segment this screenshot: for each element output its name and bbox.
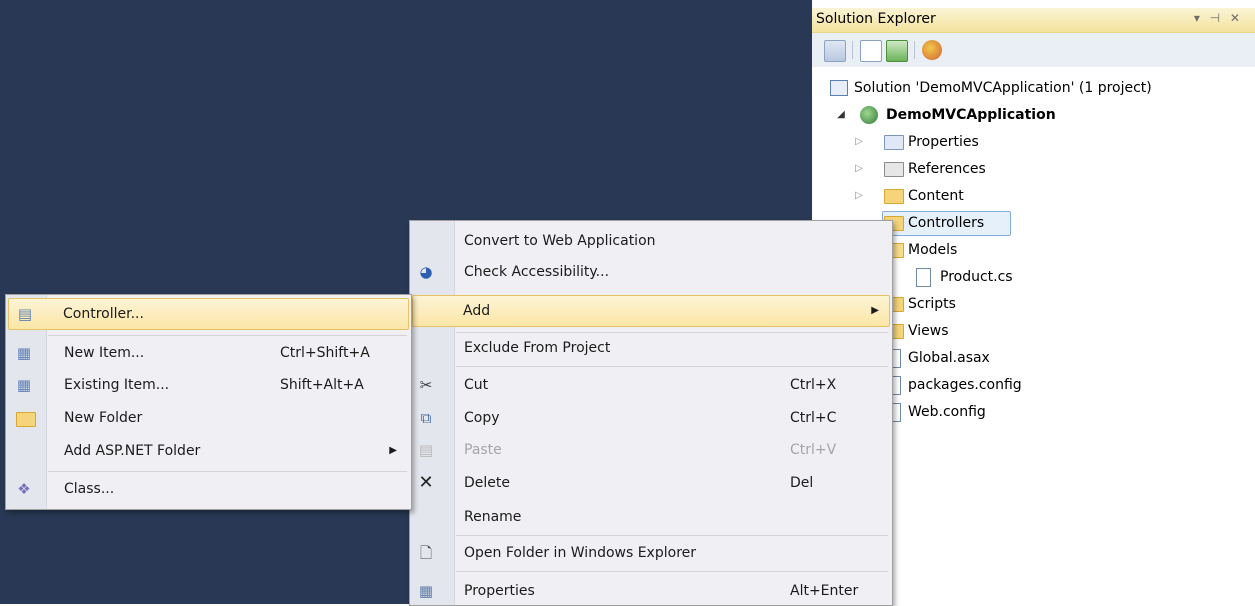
menu-item-add[interactable]: Add ▶ (412, 295, 890, 327)
references-icon (884, 162, 904, 177)
menu-item-label: Convert to Web Application (464, 233, 656, 249)
solution-icon (830, 80, 848, 96)
expand-triangle-icon[interactable]: ▷ (854, 130, 864, 154)
tree-item-label: Models (908, 242, 958, 258)
menu-item-label: Delete (464, 475, 510, 491)
menu-item-delete[interactable]: ✕ Delete Del (412, 468, 890, 498)
tree-item-label: Scripts (908, 296, 956, 312)
menu-item-label: Add (463, 303, 491, 319)
tree-solution-label: Solution 'DemoMVCApplication' (1 project… (854, 80, 1152, 96)
menu-item-label: Paste (464, 442, 502, 458)
submenu-arrow-icon: ▶ (871, 305, 879, 316)
submenu-item-class[interactable]: ❖ Class... (8, 474, 409, 504)
cut-icon: ✂ (419, 376, 433, 394)
refresh-icon[interactable] (886, 40, 908, 62)
menu-item-label: Properties (464, 583, 535, 599)
copy-icon: ⧉ (420, 409, 432, 427)
tree-item-label: Global.asax (908, 350, 990, 366)
properties-icon: ▦ (418, 582, 434, 600)
tree-item-label: Product.cs (940, 269, 1013, 285)
menu-item-properties[interactable]: ▦ Properties Alt+Enter (412, 576, 890, 606)
new-item-icon: ▦ (16, 344, 32, 362)
menu-item-label: Check Accessibility... (464, 264, 610, 280)
submenu-item-new-folder[interactable]: New Folder (8, 403, 409, 433)
menu-item-label: New Item... (64, 345, 145, 361)
menu-item-paste[interactable]: ▤ Paste Ctrl+V (412, 435, 890, 465)
properties-icon[interactable] (824, 40, 846, 62)
collapse-triangle-icon[interactable]: ◢ (836, 103, 846, 127)
menu-item-label: Controller... (63, 306, 144, 322)
menu-item-exclude-from-project[interactable]: Exclude From Project (412, 333, 890, 363)
menu-item-shortcut: Shift+Alt+A (280, 377, 364, 393)
menu-item-shortcut: Ctrl+X (790, 377, 837, 393)
menu-item-label: New Folder (64, 410, 143, 426)
menu-item-shortcut: Del (790, 475, 814, 491)
menu-separator (456, 366, 888, 367)
tree-item-label: Controllers (908, 215, 985, 231)
panel-window-controls[interactable]: ▾ ⊣ ✕ (1194, 11, 1243, 25)
menu-item-open-folder-in-windows-explorer[interactable]: 🗋 Open Folder in Windows Explorer (412, 538, 890, 568)
existing-item-icon: ▦ (16, 376, 32, 394)
tree-item-label: References (908, 161, 986, 177)
folder-icon (884, 189, 904, 204)
show-all-files-icon[interactable] (860, 40, 882, 62)
web-project-icon (860, 106, 878, 124)
panel-title: Solution Explorer (816, 11, 936, 27)
submenu-item-controller[interactable]: ▤ Controller... (8, 298, 409, 330)
menu-item-shortcut: Alt+Enter (790, 583, 859, 599)
menu-separator (456, 535, 888, 536)
menu-item-convert-to-web-application[interactable]: Convert to Web Application (412, 226, 890, 256)
delete-icon: ✕ (418, 472, 434, 493)
toolbar-separator (852, 41, 853, 59)
solution-explorer-toolbar (812, 33, 1255, 67)
menu-item-label: Rename (464, 509, 522, 525)
menu-item-shortcut: Ctrl+C (790, 410, 837, 426)
class-icon: ❖ (17, 480, 31, 498)
accessibility-icon: ◕ (419, 263, 433, 281)
menu-item-rename[interactable]: Rename (412, 502, 890, 532)
tree-item-label: Web.config (908, 404, 986, 420)
menu-item-shortcut: Ctrl+Shift+A (280, 345, 370, 361)
context-menu: Convert to Web Application ◕ Check Acces… (409, 220, 893, 606)
tree-item-label: Properties (908, 134, 979, 150)
menu-separator (48, 471, 407, 472)
expand-triangle-icon[interactable]: ▷ (854, 157, 864, 181)
menu-item-copy[interactable]: ⧉ Copy Ctrl+C (412, 403, 890, 433)
menu-item-shortcut: Ctrl+V (790, 442, 837, 458)
add-submenu: ▤ Controller... ▦ New Item... Ctrl+Shift… (5, 294, 412, 510)
menu-separator (456, 571, 888, 572)
expand-triangle-icon[interactable]: ▷ (854, 184, 864, 208)
submenu-item-add-aspnet-folder[interactable]: Add ASP.NET Folder ▶ (8, 436, 409, 466)
submenu-item-new-item[interactable]: ▦ New Item... Ctrl+Shift+A (8, 338, 409, 368)
menu-item-label: Existing Item... (64, 377, 170, 393)
menu-item-check-accessibility[interactable]: ◕ Check Accessibility... (412, 257, 890, 287)
new-folder-icon (16, 412, 36, 427)
view-class-diagram-icon[interactable] (922, 40, 942, 60)
menu-item-label: Cut (464, 377, 489, 393)
menu-item-label: Open Folder in Windows Explorer (464, 545, 697, 561)
paste-icon: ▤ (418, 441, 434, 459)
menu-item-label: Add ASP.NET Folder (64, 443, 201, 459)
submenu-item-existing-item[interactable]: ▦ Existing Item... Shift+Alt+A (8, 370, 409, 400)
menu-separator (48, 335, 407, 336)
menu-item-label: Class... (64, 481, 115, 497)
properties-folder-icon (884, 135, 904, 150)
tree-item-label: packages.config (908, 377, 1022, 393)
solution-explorer-title-bar: Solution Explorer ▾ ⊣ ✕ (812, 8, 1255, 33)
tree-item-label: Content (908, 188, 964, 204)
tree-item-label: Views (908, 323, 949, 339)
cs-file-icon (916, 268, 931, 287)
open-folder-icon: 🗋 (419, 544, 433, 562)
submenu-arrow-icon: ▶ (389, 445, 397, 456)
tree-project-label: DemoMVCApplication (886, 107, 1056, 123)
menu-item-cut[interactable]: ✂ Cut Ctrl+X (412, 370, 890, 400)
menu-item-label: Copy (464, 410, 500, 426)
toolbar-separator (914, 41, 915, 59)
controller-icon: ▤ (17, 305, 33, 323)
menu-item-label: Exclude From Project (464, 340, 611, 356)
